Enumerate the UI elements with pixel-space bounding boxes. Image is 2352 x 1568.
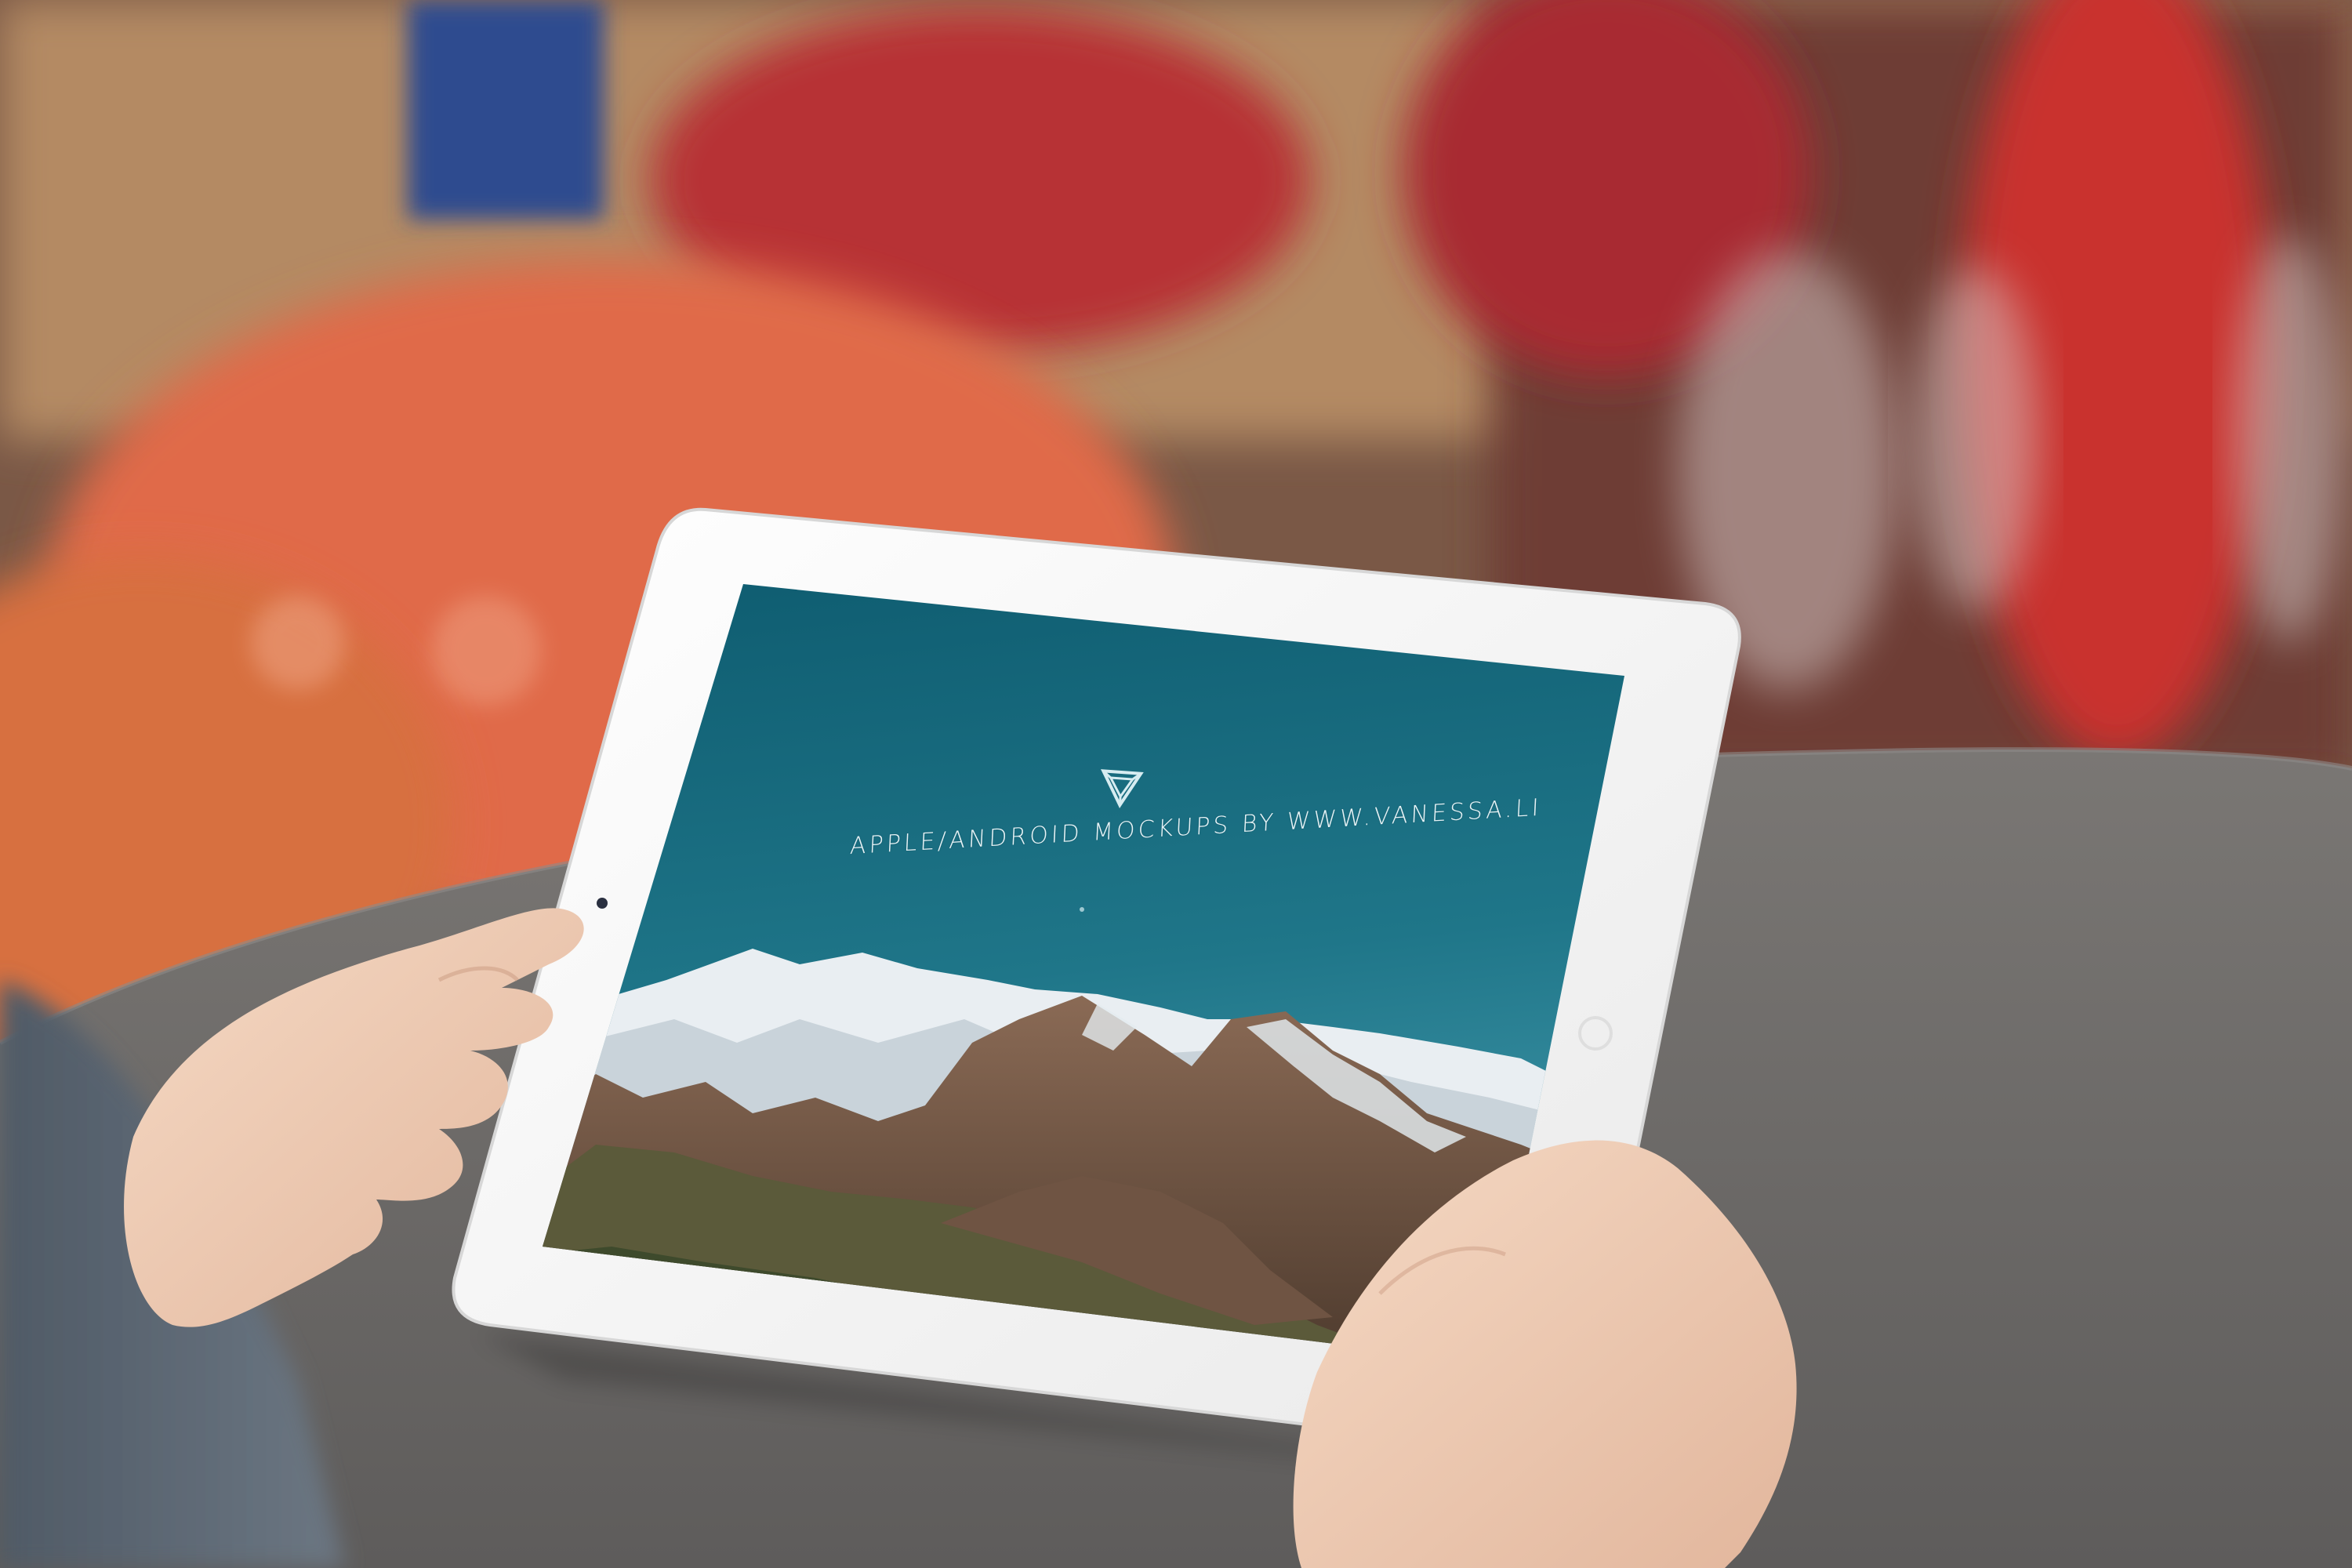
front-camera [597, 898, 608, 909]
photo-scene: APPLE/ANDROID MOCKUPS BY WWW.VANESSA.LI [0, 0, 2352, 1568]
scene-illustration [0, 0, 2352, 1568]
